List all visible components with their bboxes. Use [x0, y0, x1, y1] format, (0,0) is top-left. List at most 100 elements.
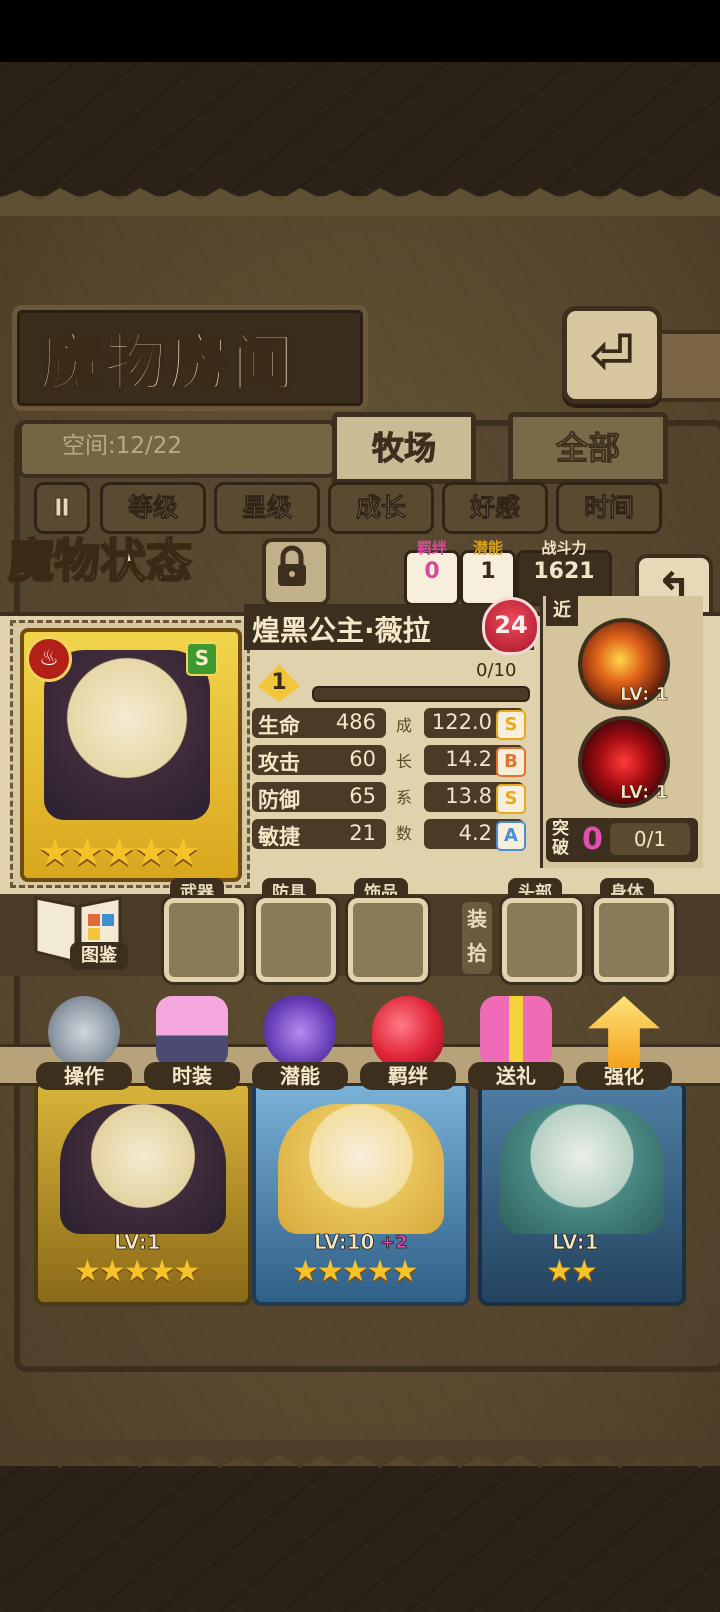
growth-value: 13.8: [445, 784, 492, 808]
slot-label-body: 身体: [600, 878, 654, 903]
roster-card[interactable]: LV:1 ★★: [478, 1080, 686, 1306]
monster-name: 煌黑公主·薇拉: [252, 614, 431, 647]
roster-card[interactable]: LV:1 ★★★★★: [34, 1080, 252, 1306]
roster-stars: ★★★★★: [74, 1254, 200, 1289]
lock-icon: [278, 545, 306, 586]
action-outfit[interactable]: 时装: [144, 996, 240, 1094]
action-bond[interactable]: 羁绊: [360, 996, 456, 1094]
gift-icon: [480, 996, 552, 1068]
slot-weapon[interactable]: [164, 898, 244, 982]
action-upgrade[interactable]: 强化: [576, 996, 672, 1094]
growth-caption: 成 长 系 数: [396, 708, 412, 852]
growth-value: 14.2: [445, 747, 492, 771]
skill-level: LV: 1: [620, 782, 669, 804]
roster-stars: ★★: [546, 1254, 598, 1289]
slot-label-accessory: 饰品: [354, 878, 408, 903]
bond-label: 羁绊: [416, 539, 447, 557]
tab-ranch[interactable]: 牧场: [332, 412, 476, 484]
slot-armor[interactable]: [256, 898, 336, 982]
slot-body[interactable]: [594, 898, 674, 982]
roster-level: LV:1: [114, 1230, 161, 1255]
star-rating: ★★★★★: [38, 830, 200, 874]
growth-grade-badge: A: [496, 821, 526, 851]
status-title: 魔物状态: [7, 533, 193, 589]
upgrade-arrows-icon: [588, 996, 660, 1068]
action-label: 时装: [144, 1062, 240, 1090]
growth-caption-char: 数: [396, 824, 413, 843]
roster-card[interactable]: LV:10 +2 ★★★★★: [252, 1080, 470, 1306]
action-gift[interactable]: 送礼: [468, 996, 564, 1094]
stat-label: 防御: [258, 788, 300, 812]
action-potential[interactable]: 潜能: [252, 996, 348, 1094]
outfit-icon: [156, 996, 228, 1068]
filter-time[interactable]: 时间: [556, 482, 662, 534]
action-label: 羁绊: [360, 1062, 456, 1090]
action-label: 送礼: [468, 1062, 564, 1090]
slot-head[interactable]: [502, 898, 582, 982]
growth-value: 122.0: [431, 710, 492, 734]
growth-caption-char: 系: [396, 788, 413, 807]
torn-edge-top: [0, 188, 720, 216]
storage-capacity: 空间:12/22: [62, 433, 183, 459]
return-icon: ⏎: [589, 323, 635, 386]
stat-row-defense: 防御 65: [252, 782, 386, 812]
breakthrough-box: 突破 0 0/1: [546, 818, 698, 862]
level-heart-badge: 24: [482, 597, 540, 655]
combat-power-value: 1621: [533, 559, 595, 584]
bond-value: 0: [424, 559, 440, 584]
roster-portrait: [500, 1104, 664, 1234]
potential-value: 1: [480, 559, 496, 584]
slot-label-head: 头部: [508, 878, 562, 903]
breakthrough-progress: 0/1: [610, 823, 690, 855]
growth-caption-char: 长: [396, 752, 413, 771]
slot-label-armor: 防具: [262, 878, 316, 903]
filter-affection[interactable]: 好感: [442, 482, 548, 534]
codex-label: 图鉴: [70, 942, 128, 970]
pickup-button[interactable]: 装拾: [462, 902, 492, 974]
exp-counter: 0/10: [476, 660, 517, 681]
potential-label: 潜能: [472, 539, 503, 557]
stat-label: 生命: [258, 714, 300, 738]
growth-value: 4.2: [458, 821, 492, 845]
stat-label: 攻击: [258, 751, 300, 775]
demon-icon: [264, 996, 336, 1068]
torn-edge-bottom: [0, 1440, 720, 1468]
stat-row-attack: 攻击 60: [252, 745, 386, 775]
page-title: 魔物房间: [39, 325, 297, 400]
roster-portrait: [60, 1104, 226, 1234]
growth-caption-char: 成: [396, 716, 413, 735]
stat-label: 敏捷: [258, 825, 300, 849]
filter-stars[interactable]: 星级: [214, 482, 320, 534]
rank-badge: S: [186, 642, 218, 676]
skill-level: LV: 1: [620, 684, 669, 706]
roster-stars: ★★★★★: [292, 1254, 418, 1289]
roster-level: LV:10: [314, 1230, 375, 1255]
fire-element-icon: ♨: [26, 636, 72, 682]
stat-value: 60: [349, 747, 376, 771]
action-label: 潜能: [252, 1062, 348, 1090]
hearts-icon: [372, 996, 444, 1068]
slot-accessory[interactable]: [348, 898, 428, 982]
tab-all[interactable]: 全部: [508, 412, 668, 484]
roster-level-bonus: +2: [380, 1232, 408, 1254]
growth-grade-badge: S: [496, 784, 526, 814]
lock-button[interactable]: [262, 538, 330, 606]
growth-grade-badge: B: [496, 747, 526, 777]
stat-value: 65: [349, 784, 376, 808]
monster-portrait: [44, 650, 210, 820]
filter-growth[interactable]: 成长: [328, 482, 434, 534]
action-label: 操作: [36, 1062, 132, 1090]
exp-bar: [312, 686, 530, 702]
action-operate[interactable]: 操作: [36, 996, 132, 1094]
breakthrough-label: 突破: [552, 819, 569, 858]
stat-value: 486: [335, 710, 376, 734]
status-bar: [0, 0, 720, 62]
back-button[interactable]: ⏎: [562, 306, 662, 404]
stat-value: 21: [349, 821, 376, 845]
combat-power-label: 战斗力: [541, 539, 587, 557]
slot-label-weapon: 武器: [170, 878, 224, 903]
growth-grade-badge: S: [496, 710, 526, 740]
gear-icon: [48, 996, 120, 1068]
range-tag: 近: [546, 596, 578, 626]
stat-row-hp: 生命 486: [252, 708, 386, 738]
